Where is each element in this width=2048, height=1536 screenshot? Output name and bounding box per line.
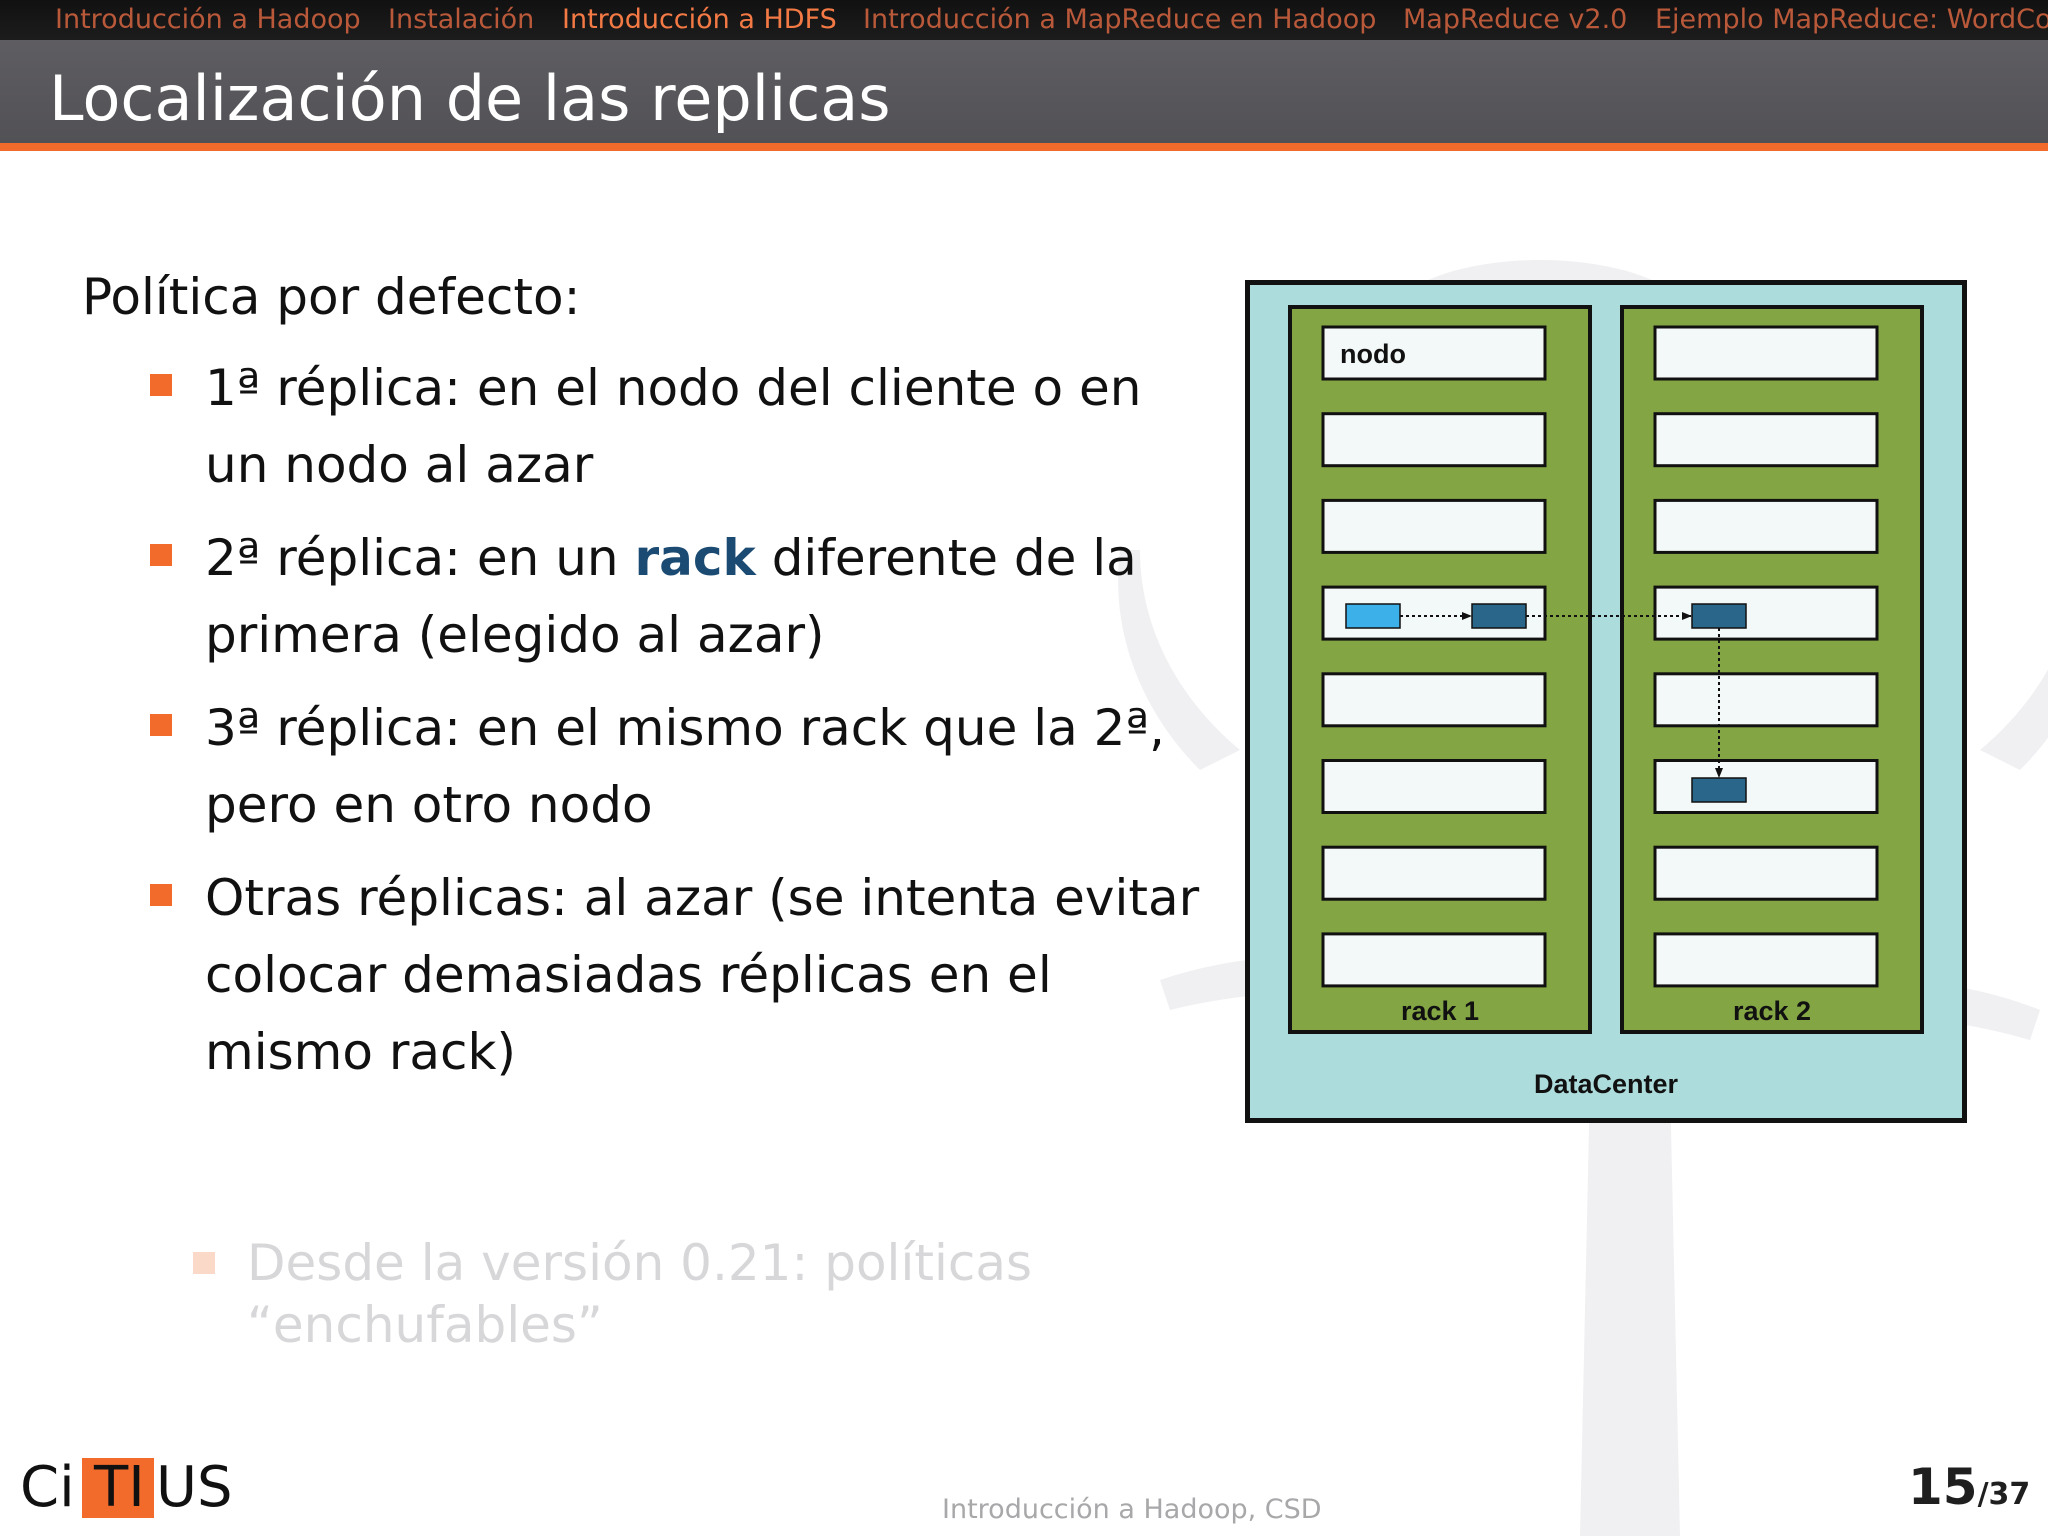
rack-1-node-6 [1321, 759, 1547, 814]
datacenter-label: DataCenter [1534, 1069, 1679, 1099]
bullet-marker [150, 714, 172, 736]
logo-text-left: Ci [20, 1455, 75, 1520]
logo-text-right: US [156, 1455, 233, 1520]
nav-item-intro-hdfs[interactable]: Introducción a HDFS [562, 4, 837, 35]
nav-item-ejemplo-wordcount[interactable]: Ejemplo MapReduce: WordCount [1655, 4, 2048, 35]
logo-highlight-box: TI [82, 1455, 154, 1520]
replica-block [1471, 603, 1527, 629]
page-total: /37 [1977, 1477, 2031, 1512]
footer-title: Introducción a Hadoop, CSD [942, 1494, 1322, 1525]
rack-2-node-8 [1653, 932, 1879, 988]
title-accent-bar [0, 143, 2048, 151]
rack-2-node-1 [1653, 325, 1879, 381]
rack-2-node-7 [1653, 845, 1879, 901]
slide-title: Localización de las replicas [49, 62, 891, 135]
bullet-text: Desde la versión 0.21: políticas “enchuf… [247, 1234, 1033, 1354]
page-current: 15 [1908, 1458, 1978, 1516]
rack-1-label: rack 1 [1401, 996, 1479, 1026]
bullet-text: 2ª réplica: en un rack diferente de la p… [205, 520, 1205, 674]
nav-item-mapreduce-v2[interactable]: MapReduce v2.0 [1403, 4, 1627, 35]
bullet-marker [150, 884, 172, 906]
rack-1-node-8 [1321, 932, 1547, 988]
first-replica-block [1345, 603, 1401, 629]
bullet-marker [193, 1252, 215, 1274]
rack-2-node-6 [1653, 759, 1879, 814]
bullet-text: 1ª réplica: en el nodo del cliente o en … [205, 359, 1142, 494]
replica-block [1691, 603, 1747, 629]
rack-keyword: rack [634, 529, 756, 587]
page-number: 15/37 [1908, 1458, 2030, 1516]
rack-2-node-2 [1653, 412, 1879, 468]
datacenter-diagram: nodo rack 1 rack 2 DataCenter [1245, 280, 1967, 1123]
title-bar: Localización de las replicas [0, 40, 2048, 143]
rack-1-node-3 [1321, 498, 1547, 554]
rack-1-node-2 [1321, 412, 1547, 468]
nav-item-intro-hadoop[interactable]: Introducción a Hadoop [55, 4, 361, 35]
bullet-marker [150, 374, 172, 396]
node-label: nodo [1340, 339, 1406, 369]
bullet-marker [150, 544, 172, 566]
replica-block [1691, 777, 1747, 803]
rack-1-node-5 [1321, 672, 1547, 728]
rack-2-node-5 [1653, 672, 1879, 728]
bullet-text-part: 2ª réplica: en un [205, 529, 635, 587]
rack-2-label: rack 2 [1733, 996, 1811, 1026]
nav-item-instalacion[interactable]: Instalación [388, 4, 534, 35]
rack-1-node-7 [1321, 845, 1547, 901]
rack-2-node-4 [1653, 585, 1879, 641]
logo-text-box: TI [94, 1455, 145, 1520]
rack-2-node-3 [1653, 498, 1879, 554]
bullet-text: Otras réplicas: al azar (se intenta evit… [205, 869, 1200, 1081]
nav-item-intro-mapreduce[interactable]: Introducción a MapReduce en Hadoop [863, 4, 1376, 35]
bullet-text: 3ª réplica: en el mismo rack que la 2ª, … [205, 699, 1165, 834]
policy-heading: Política por defecto: [82, 268, 581, 326]
top-navigation: Introducción a Hadoop Instalación Introd… [0, 0, 2048, 40]
